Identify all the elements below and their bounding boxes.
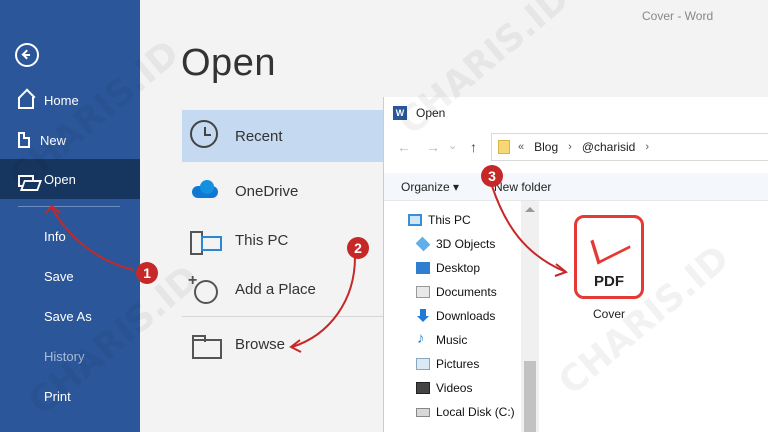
document-title: Cover - Word xyxy=(642,9,714,23)
tree-item-label: Downloads xyxy=(436,309,496,323)
tree-item-pictures[interactable]: Pictures xyxy=(416,352,479,376)
nav-up-arrow-icon[interactable]: ↑ xyxy=(470,139,477,155)
onedrive-cloud-icon xyxy=(190,176,220,206)
computer-icon xyxy=(190,225,222,255)
location-recent[interactable]: Recent xyxy=(182,110,392,162)
tree-scrollbar[interactable] xyxy=(521,201,539,432)
tree-item-label: Desktop xyxy=(436,261,481,275)
tree-item-documents[interactable]: Documents xyxy=(416,280,497,304)
breadcrumb-blog[interactable]: Blog xyxy=(534,140,558,154)
file-item-cover[interactable]: PDF Cover xyxy=(569,215,649,327)
navigation-tree: This PC 3D Objects Desktop Documents Dow… xyxy=(384,201,539,432)
address-bar[interactable]: « Blog › @charisid › xyxy=(491,133,768,161)
sidebar-divider xyxy=(18,206,120,207)
sidebar-item-label: New xyxy=(40,132,67,148)
sidebar-item-save[interactable]: Save xyxy=(0,256,140,296)
sidebar-item-open[interactable]: Open xyxy=(0,159,140,199)
new-folder-button[interactable]: New folder xyxy=(494,180,551,194)
tree-item-label: Documents xyxy=(436,285,497,299)
desktop-icon xyxy=(416,262,430,274)
folder-icon xyxy=(498,140,510,154)
pdf-file-icon: PDF xyxy=(574,215,644,299)
tree-item-desktop[interactable]: Desktop xyxy=(416,256,480,280)
word-app-icon: W xyxy=(393,106,407,120)
file-name: Cover xyxy=(592,307,625,321)
sidebar-item-label: Info xyxy=(44,228,66,244)
scroll-thumb[interactable] xyxy=(524,361,536,432)
tree-item-downloads[interactable]: Downloads xyxy=(416,304,495,328)
new-document-icon xyxy=(18,132,30,148)
clock-icon xyxy=(190,120,218,148)
address-overflow[interactable]: « xyxy=(518,141,524,153)
backstage-sidebar: Home New Open Info Save Save As History … xyxy=(0,0,140,432)
add-place-globe-icon xyxy=(188,272,220,304)
sidebar-item-info[interactable]: Info xyxy=(0,216,140,256)
breadcrumb-charisid[interactable]: @charisid xyxy=(582,140,636,154)
sidebar-item-label: Save xyxy=(44,268,74,284)
location-add-a-place[interactable]: Add a Place xyxy=(182,263,392,315)
downloads-icon xyxy=(416,309,430,322)
local-disk-icon xyxy=(416,407,430,417)
nav-back-arrow-icon[interactable]: ← xyxy=(397,139,411,155)
breadcrumb-separator: › xyxy=(568,141,572,153)
tree-item-label: Music xyxy=(436,333,468,347)
breadcrumb-separator: › xyxy=(645,141,650,153)
sidebar-item-label: Save As xyxy=(44,308,92,324)
tree-item-this-pc[interactable]: This PC xyxy=(408,208,471,232)
pdf-type-label: PDF xyxy=(594,273,624,290)
step-badge-2: 2 xyxy=(347,237,369,259)
dialog-toolbar: Organize ▾ New folder xyxy=(384,173,768,201)
open-file-dialog: W Open ← → ⌄ ↑ « Blog › @charisid › Orga… xyxy=(383,97,768,432)
sidebar-item-save-as[interactable]: Save As xyxy=(0,296,140,336)
videos-icon xyxy=(416,382,430,394)
nav-forward-arrow-icon[interactable]: → xyxy=(426,139,440,155)
step-badge-1: 1 xyxy=(136,262,158,284)
sidebar-item-home[interactable]: Home xyxy=(0,80,140,120)
location-label: OneDrive xyxy=(235,182,299,200)
sidebar-item-new[interactable]: New xyxy=(0,120,140,160)
documents-icon xyxy=(416,286,430,298)
tree-item-label: This PC xyxy=(428,213,471,227)
tree-item-label: Local Disk (C:) xyxy=(436,405,515,419)
tree-item-music[interactable]: Music xyxy=(416,328,467,352)
this-pc-icon xyxy=(408,214,422,226)
location-label: This PC xyxy=(235,231,289,249)
step-badge-3: 3 xyxy=(481,165,503,187)
scroll-up-arrow-icon[interactable] xyxy=(525,207,535,212)
music-icon xyxy=(416,330,430,347)
tree-item-label: Pictures xyxy=(436,357,480,371)
nav-recent-dropdown-icon[interactable]: ⌄ xyxy=(448,139,457,152)
location-browse[interactable]: Browse xyxy=(182,318,392,370)
tree-item-videos[interactable]: Videos xyxy=(416,376,472,400)
tree-item-3d-objects[interactable]: 3D Objects xyxy=(415,232,496,256)
location-label: Browse xyxy=(235,335,286,353)
home-icon xyxy=(18,97,34,109)
pictures-icon xyxy=(416,358,430,370)
dialog-title: Open xyxy=(416,106,446,120)
back-arrow-icon[interactable] xyxy=(15,43,39,67)
open-folder-icon xyxy=(18,175,34,187)
3d-objects-icon xyxy=(415,236,431,252)
location-label: Add a Place xyxy=(235,280,316,298)
sidebar-item-label: Home xyxy=(44,92,79,108)
sidebar-item-print[interactable]: Print xyxy=(0,376,140,416)
dialog-title-bar: W Open xyxy=(384,97,768,129)
sidebar-item-label: Open xyxy=(44,171,76,187)
sidebar-item-history: History xyxy=(0,336,140,376)
tree-item-local-disk[interactable]: Local Disk (C:) xyxy=(416,400,515,424)
sidebar-item-label: History xyxy=(44,348,85,364)
location-divider xyxy=(182,316,387,317)
organize-button[interactable]: Organize ▾ xyxy=(401,180,459,194)
page-title: Open xyxy=(181,42,276,84)
tree-item-label: 3D Objects xyxy=(436,237,496,251)
browse-folder-icon xyxy=(190,329,222,359)
location-onedrive[interactable]: OneDrive xyxy=(182,165,392,217)
location-label: Recent xyxy=(235,127,283,145)
tree-item-label: Videos xyxy=(436,381,473,395)
sidebar-item-label: Print xyxy=(44,388,71,404)
